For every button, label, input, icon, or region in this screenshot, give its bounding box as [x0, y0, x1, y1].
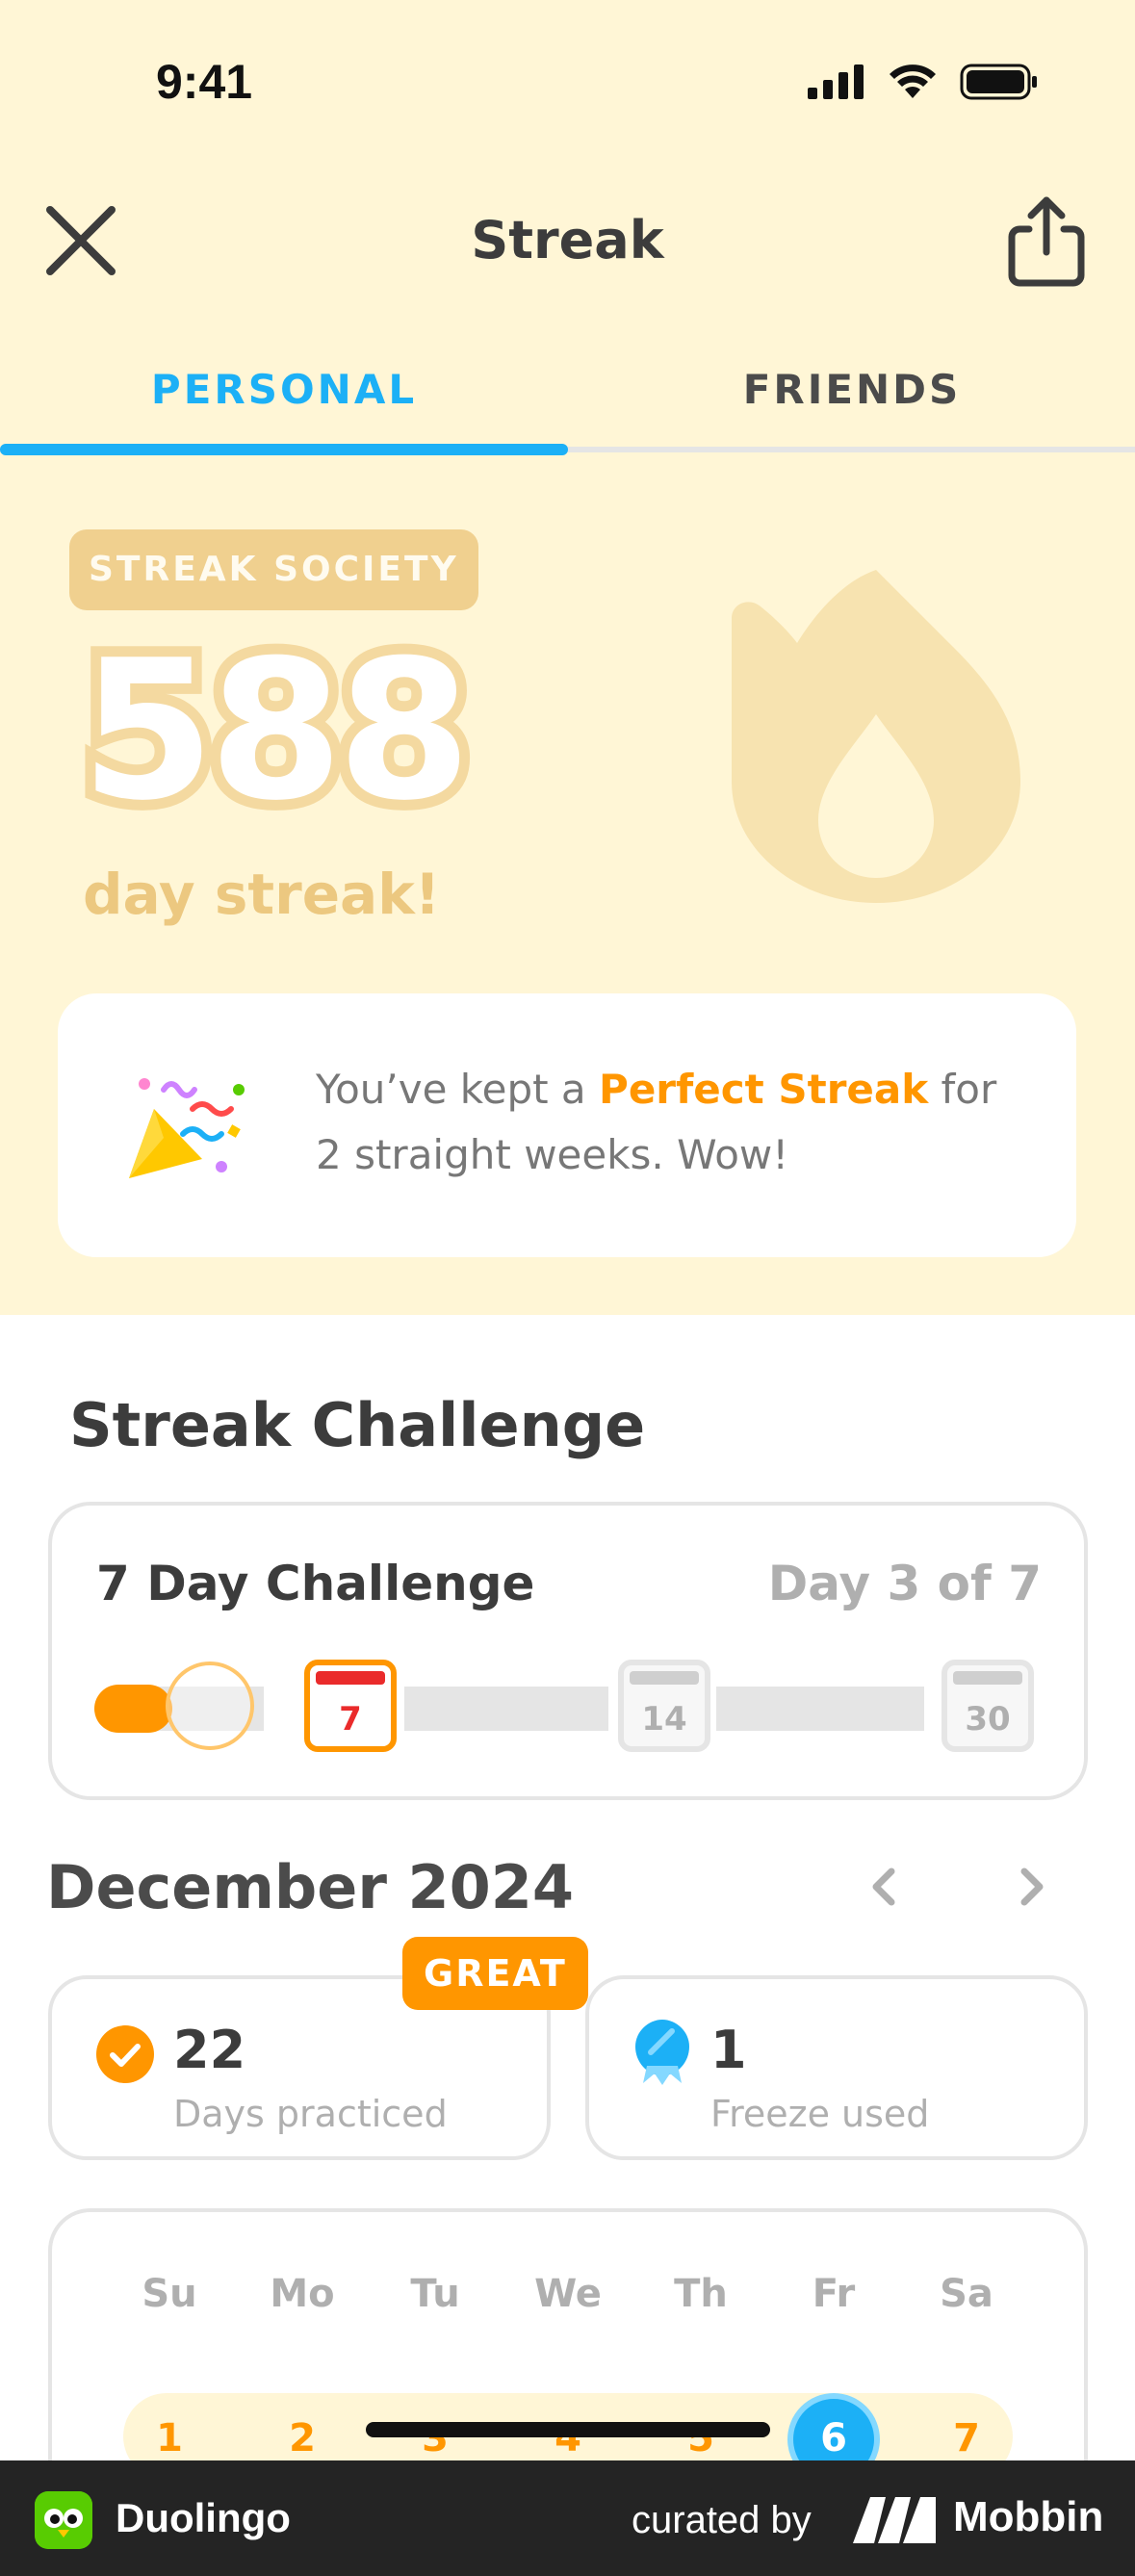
home-indicator [366, 2422, 770, 2437]
tab-personal[interactable]: PERSONAL [0, 356, 568, 452]
freeze-drop-icon [635, 2020, 689, 2085]
weekday-th: Th [674, 2272, 728, 2316]
perfect-streak-prefix: You’ve kept a [316, 1066, 600, 1113]
footer-bar: Duolingo curated by Mobbin [0, 2460, 1135, 2576]
next-month-button[interactable] [1001, 1858, 1059, 1916]
streak-count: 588 [70, 619, 482, 843]
mobbin-logo [853, 2497, 936, 2543]
chevron-left-icon [872, 1868, 895, 1906]
progress-fill [94, 1685, 172, 1733]
previous-month-button[interactable] [857, 1858, 915, 1916]
milestone-7: 7 [304, 1660, 397, 1752]
days-practiced-value: 22 [173, 2020, 246, 2080]
weekday-mo: Mo [270, 2272, 335, 2316]
footer-brand: Mobbin [953, 2493, 1104, 2540]
milestone-14: 14 [618, 1660, 710, 1752]
weekday-su: Su [142, 2272, 197, 2316]
status-icons [808, 64, 1039, 100]
chevron-right-icon [1020, 1868, 1044, 1906]
weekday-sa: Sa [940, 2272, 993, 2316]
check-circle-icon [96, 2025, 154, 2083]
freeze-used-card: 1 Freeze used [585, 1975, 1088, 2160]
wifi-icon [890, 64, 936, 98]
weekday-we: We [534, 2272, 602, 2316]
streak-society-badge: STREAK SOCIETY [69, 529, 478, 610]
great-badge: GREAT [402, 1937, 588, 2010]
challenge-card[interactable]: 7 Day Challenge Day 3 of 7 7 14 30 [48, 1502, 1088, 1800]
month-title: December 2024 [46, 1852, 575, 1922]
calendar-day[interactable]: 2 [245, 2416, 360, 2460]
progress-track-segment-2 [404, 1687, 608, 1731]
share-icon [1008, 196, 1085, 287]
streak-challenge-heading: Streak Challenge [69, 1390, 646, 1460]
tab-friends[interactable]: FRIENDS [568, 356, 1135, 452]
weekday-tu: Tu [410, 2272, 460, 2316]
progress-marker [166, 1662, 254, 1750]
milestone-30: 30 [942, 1660, 1034, 1752]
days-practiced-label: Days practiced [173, 2093, 448, 2135]
party-popper-icon [129, 1078, 245, 1178]
challenge-progress-text: Day 3 of 7 [767, 1556, 1042, 1611]
perfect-streak-highlight: Perfect Streak [599, 1066, 929, 1113]
weekday-fr: Fr [812, 2272, 856, 2316]
footer-app-name: Duolingo [116, 2495, 291, 2540]
freeze-used-value: 1 [710, 2020, 747, 2080]
share-button[interactable] [1000, 193, 1093, 289]
status-time: 9:41 [156, 55, 253, 109]
perfect-streak-message: You’ve kept a Perfect Streak for 2 strai… [316, 1057, 1028, 1188]
cellular-signal-icon [808, 64, 864, 99]
active-tab-indicator [0, 444, 568, 455]
calendar-day-today[interactable]: 6 [776, 2416, 891, 2460]
weekday-header: Su Mo Tu We Th Fr Sa [96, 2272, 1059, 2330]
flame-icon [732, 570, 1020, 903]
freeze-used-label: Freeze used [710, 2093, 930, 2135]
page-title: Streak [471, 210, 664, 270]
footer-curated-by: curated by [632, 2499, 812, 2541]
perfect-streak-card: You’ve kept a Perfect Streak for 2 strai… [58, 993, 1076, 1257]
progress-track-segment-3 [716, 1687, 924, 1731]
calendar-day[interactable]: 7 [909, 2416, 1024, 2460]
challenge-name: 7 Day Challenge [96, 1556, 535, 1611]
calendar-day[interactable]: 1 [112, 2416, 227, 2460]
battery-icon [960, 64, 1037, 100]
duolingo-logo [35, 2491, 92, 2549]
streak-label: day streak! [83, 862, 441, 927]
